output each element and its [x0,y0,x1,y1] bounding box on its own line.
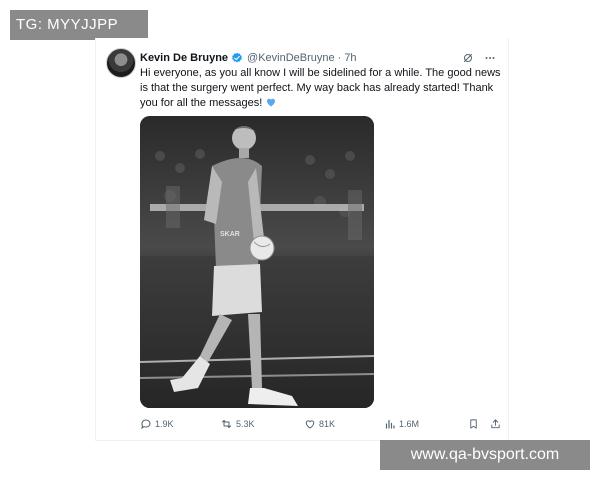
views-icon [385,419,395,429]
grok-icon[interactable] [462,52,474,64]
repost-count: 5.3K [236,419,255,429]
separator-dot: · [337,52,342,64]
share-button[interactable] [490,418,501,430]
share-icon [491,419,500,429]
repost-icon [222,420,231,428]
reply-icon [141,419,151,430]
reply-count: 1.9K [155,419,174,429]
like-button[interactable]: 81K [304,418,335,430]
author-handle[interactable]: @KevinDeBruyne [247,52,335,64]
tweet-text: Hi everyone, as you all know I will be s… [140,66,502,113]
like-count: 81K [319,419,336,429]
tweet-body: Hi everyone, as you all know I will be s… [140,67,501,109]
avatar[interactable] [106,48,136,78]
repost-button[interactable]: 5.3K [220,418,255,430]
heart-icon [305,420,315,429]
more-icon[interactable] [484,52,496,64]
tweet-photo[interactable]: SKAR [140,116,374,408]
action-bar: 1.9K 5.3K 81K 1.6M [140,416,502,432]
bookmark-icon [470,419,477,429]
blue-heart-icon [265,96,277,113]
tweet-header: Kevin De Bruyne @KevinDeBruyne · 7h [140,50,496,66]
author-name[interactable]: Kevin De Bruyne [140,52,228,64]
tweet-card[interactable]: Kevin De Bruyne @KevinDeBruyne · 7h Hi e… [95,38,509,441]
verified-badge-icon [231,52,243,64]
reply-button[interactable]: 1.9K [140,418,174,430]
tweet-timestamp[interactable]: 7h [344,52,356,64]
bookmark-button[interactable] [468,418,479,430]
telegram-watermark: TG: MYYJJPP [10,10,148,40]
view-count: 1.6M [399,419,420,429]
svg-text:SKAR: SKAR [220,231,240,238]
views-button[interactable]: 1.6M [384,418,419,430]
site-watermark: www.qa-bvsport.com [380,440,590,470]
